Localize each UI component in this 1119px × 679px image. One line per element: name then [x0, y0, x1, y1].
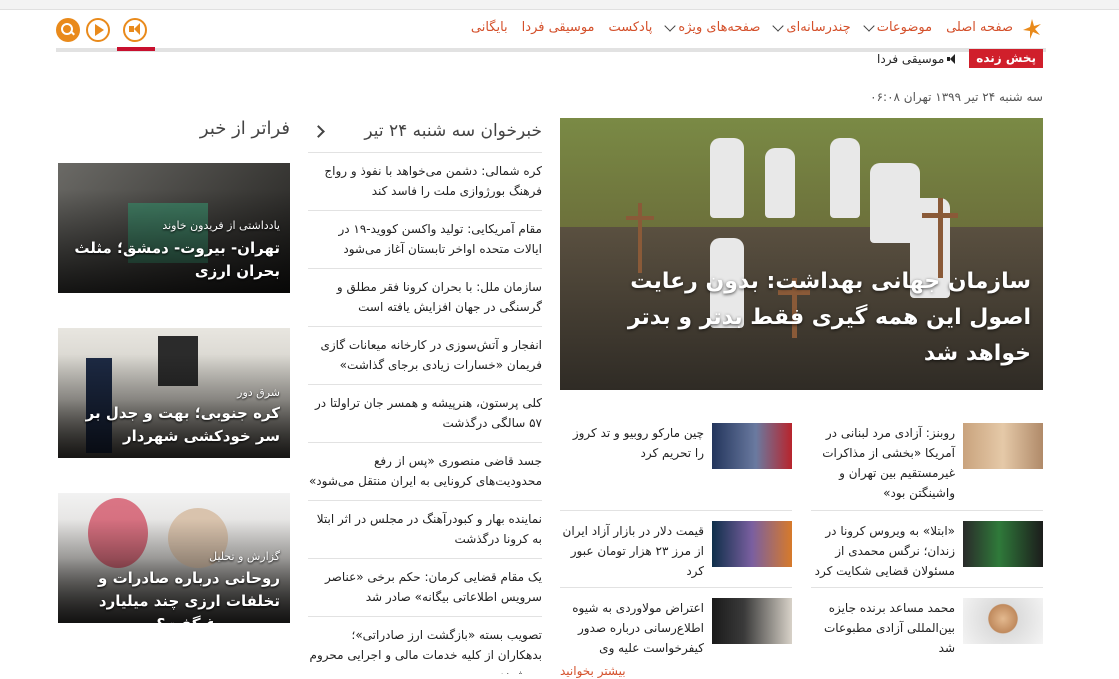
headline-item[interactable]: انفجار و آتش‌سوزی در کارخانه میعانات گاز… [308, 326, 542, 384]
nav-item-archive[interactable]: بایگانی [471, 20, 508, 35]
headline-item[interactable]: یک مقام قضایی کرمان: حکم برخی «عناصر سرو… [308, 558, 542, 616]
nav-item-multimedia[interactable]: چندرسانه‌ای [772, 20, 851, 35]
live-stream-link[interactable]: موسیقی فردا [877, 52, 957, 66]
story-item[interactable]: روبنز: آزادی مرد لبنانی در آمریکا «بخشی … [811, 413, 1043, 500]
story-title[interactable]: «ابتلا» به ویروس کرونا در زندان؛ نرگس مح… [811, 521, 955, 581]
story-title[interactable]: قیمت دلار در بازار آزاد ایران از مرز ۲۳ … [560, 521, 704, 581]
beyond-card[interactable]: یادداشتی از فریدون خاوند تهران- بیروت- د… [58, 163, 290, 293]
beyond-news-title[interactable]: فراتر از خبر [190, 118, 290, 139]
nav-item-podcast[interactable]: پادکست [609, 20, 653, 35]
live-row: پخش زنده موسیقی فردا [877, 49, 1043, 68]
browser-strip [0, 0, 1119, 10]
nav-item-special-pages[interactable]: صفحه‌های ویژه [664, 20, 760, 35]
search-icon[interactable] [56, 18, 80, 42]
chevron-down-icon [863, 20, 875, 32]
read-more-link[interactable]: بیشتر بخوانید [560, 664, 626, 678]
beyond-card-title[interactable]: تهران- بیروت- دمشق؛ مثلث بحران ارزی [68, 237, 280, 283]
headline-item[interactable]: جسد قاضی منصوری «پس از رفع محدودیت‌های ک… [308, 442, 542, 500]
story-thumbnail [963, 521, 1043, 567]
beyond-card[interactable]: گزارش و تحلیل روحانی درباره صادرات و تخل… [58, 493, 290, 623]
headline-item[interactable]: مقام آمریکایی: تولید واکسن کووید-۱۹ در ا… [308, 210, 542, 268]
story-thumbnail [712, 423, 792, 469]
chevron-right-icon[interactable] [312, 124, 325, 138]
beyond-card-title[interactable]: کره جنوبی؛ بهت و جدل بر سر خودکشی شهردار… [68, 402, 280, 458]
live-stream-label: موسیقی فردا [877, 51, 945, 66]
headline-item[interactable]: کره شمالی: دشمن می‌خواهد با نفوذ و رواج … [308, 152, 542, 210]
speaker-icon[interactable] [123, 18, 147, 42]
dateline: سه شنبه ۲۴ تیر ۱۳۹۹ تهران ۰۶:۰۸ [870, 90, 1043, 104]
speaker-icon [947, 53, 957, 64]
hero-image-cross [638, 203, 642, 273]
nav-item-farda-music[interactable]: موسیقی فردا [522, 20, 595, 35]
chevron-down-icon [772, 20, 785, 32]
beyond-card-kicker: گزارش و تحلیل [209, 550, 280, 563]
story-item[interactable]: محمد مساعد برنده جایزه بین‌المللی آزادی … [811, 587, 1043, 669]
audio-active-indicator [117, 47, 155, 51]
chevron-down-icon [664, 20, 677, 32]
headlines-header: خبرخوان سه شنبه ۲۴ تیر [308, 118, 542, 144]
hero-image-grass [560, 118, 1043, 241]
story-title[interactable]: روبنز: آزادی مرد لبنانی در آمریکا «بخشی … [811, 423, 955, 503]
story-item[interactable]: اعتراض مولاوردی به شیوه اطلاع‌رسانی دربا… [560, 587, 792, 669]
story-thumbnail [963, 598, 1043, 644]
radio-farda-logo-icon[interactable] [1021, 18, 1043, 40]
story-item[interactable]: «ابتلا» به ویروس کرونا در زندان؛ نرگس مح… [811, 510, 1043, 592]
story-title[interactable]: محمد مساعد برنده جایزه بین‌المللی آزادی … [811, 598, 955, 658]
story-title[interactable]: اعتراض مولاوردی به شیوه اطلاع‌رسانی دربا… [560, 598, 704, 658]
hero-image-figure [710, 138, 744, 218]
hero-image-figure [765, 148, 795, 218]
nav-menu: صفحه اصلی موضوعات چندرسانه‌ای صفحه‌های و… [471, 20, 1013, 35]
beyond-card-title[interactable]: روحانی درباره صادرات و تخلفات ارزی چند م… [68, 567, 280, 623]
story-thumbnail [963, 423, 1043, 469]
headline-item[interactable]: تصویب بسته «بازگشت ارز صادراتی»؛ بدهکارا… [308, 616, 542, 674]
hero-image-cross [626, 216, 654, 220]
beyond-card-kicker: یادداشتی از فریدون خاوند [162, 219, 280, 232]
headline-item[interactable]: نماینده بهار و کبودرآهنگ در مجلس در اثر … [308, 500, 542, 558]
headlines-title[interactable]: خبرخوان سه شنبه ۲۴ تیر [364, 121, 542, 141]
beyond-card[interactable]: شرق دور کره جنوبی؛ بهت و جدل بر سر خودکش… [58, 328, 290, 458]
headline-item[interactable]: سازمان ملل: با بحران کرونا فقر مطلق و گر… [308, 268, 542, 326]
story-item[interactable]: قیمت دلار در بازار آزاد ایران از مرز ۲۳ … [560, 510, 792, 592]
story-thumbnail [712, 598, 792, 644]
nav-item-topics[interactable]: موضوعات [863, 20, 932, 35]
main-nav: صفحه اصلی موضوعات چندرسانه‌ای صفحه‌های و… [0, 10, 1119, 50]
beyond-card-kicker: شرق دور [237, 386, 280, 399]
story-title[interactable]: چین مارکو روبیو و تد کروز را تحریم کرد [560, 423, 704, 463]
hero-headline[interactable]: سازمان جهانی بهداشت: بدون رعایت اصول این… [581, 264, 1031, 372]
hero-image-figure [830, 138, 860, 218]
story-thumbnail [712, 521, 792, 567]
nav-item-home[interactable]: صفحه اصلی [946, 20, 1013, 35]
live-badge[interactable]: پخش زنده [969, 49, 1043, 68]
hero-image-cross [922, 213, 958, 218]
hero-story[interactable]: سازمان جهانی بهداشت: بدون رعایت اصول این… [560, 118, 1043, 390]
story-item[interactable]: چین مارکو روبیو و تد کروز را تحریم کرد [560, 413, 792, 495]
headlines-list: کره شمالی: دشمن می‌خواهد با نفوذ و رواج … [308, 152, 542, 674]
play-icon[interactable] [86, 18, 110, 42]
headline-item[interactable]: کلی پرستون، هنرپیشه و همسر جان تراولتا د… [308, 384, 542, 442]
